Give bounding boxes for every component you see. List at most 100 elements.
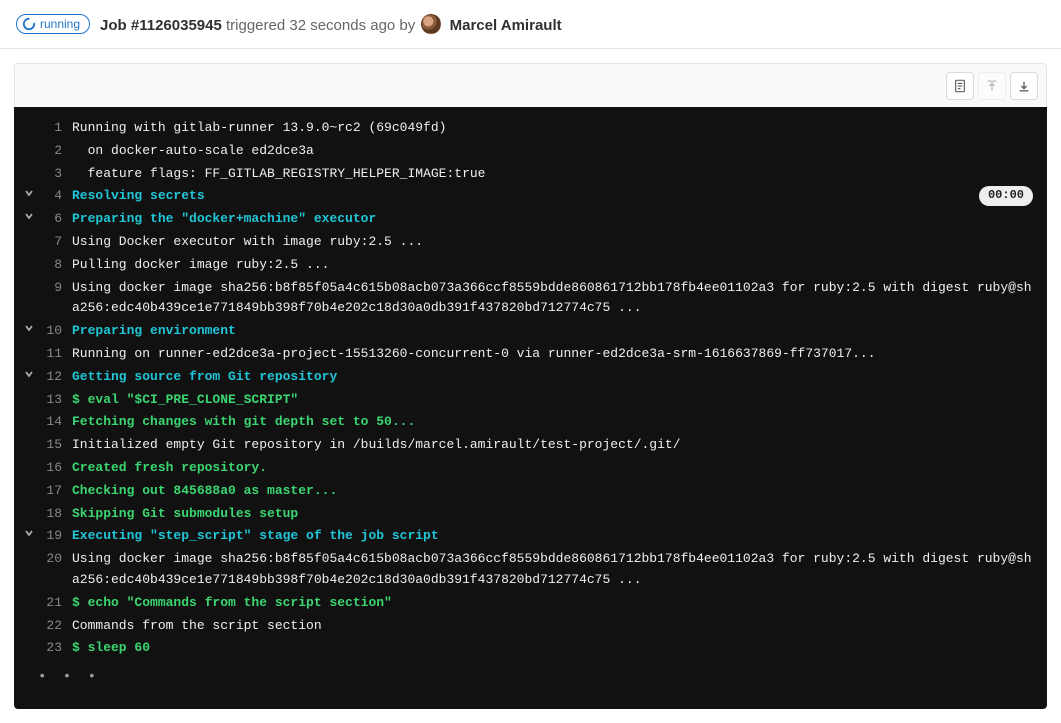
line-text: on docker-auto-scale ed2dce3a: [72, 141, 1033, 162]
log-section-header[interactable]: 10Preparing environment: [14, 320, 1047, 343]
line-number[interactable]: 21: [38, 593, 72, 614]
line-number[interactable]: 2: [38, 141, 72, 162]
line-number[interactable]: 20: [38, 549, 72, 570]
running-spinner-icon: [22, 17, 36, 31]
log-line: 23$ sleep 60: [14, 637, 1047, 660]
line-text: Running on runner-ed2dce3a-project-15513…: [72, 344, 1033, 365]
line-text: Executing "step_script" stage of the job…: [72, 526, 1033, 547]
line-text: Getting source from Git repository: [72, 367, 1033, 388]
line-number[interactable]: 18: [38, 504, 72, 525]
line-text: Running with gitlab-runner 13.9.0~rc2 (6…: [72, 118, 1033, 139]
line-text: Pulling docker image ruby:2.5 ...: [72, 255, 1033, 276]
collapse-chevron-icon: [20, 118, 38, 120]
collapse-chevron-icon: [20, 549, 38, 551]
status-badge-running[interactable]: running: [16, 14, 90, 34]
line-number[interactable]: 13: [38, 390, 72, 411]
line-text: Created fresh repository.: [72, 458, 1033, 479]
line-number[interactable]: 15: [38, 435, 72, 456]
line-number[interactable]: 7: [38, 232, 72, 253]
collapse-chevron-icon: [20, 435, 38, 437]
line-number[interactable]: 17: [38, 481, 72, 502]
line-text: Skipping Git submodules setup: [72, 504, 1033, 525]
collapse-chevron-icon[interactable]: [20, 186, 38, 198]
line-text: Resolving secrets: [72, 186, 971, 207]
line-text: Using Docker executor with image ruby:2.…: [72, 232, 1033, 253]
line-number[interactable]: 16: [38, 458, 72, 479]
job-trigger-text: triggered 32 seconds ago by: [222, 17, 420, 34]
log-line: 3 feature flags: FF_GITLAB_REGISTRY_HELP…: [14, 163, 1047, 186]
line-number[interactable]: 8: [38, 255, 72, 276]
collapse-chevron-icon[interactable]: [20, 526, 38, 538]
job-prefix: Job: [100, 17, 131, 34]
collapse-chevron-icon: [20, 390, 38, 392]
line-number[interactable]: 19: [38, 526, 72, 547]
log-line: 9Using docker image sha256:b8f85f05a4c61…: [14, 277, 1047, 321]
line-text: Using docker image sha256:b8f85f05a4c615…: [72, 278, 1033, 320]
scroll-top-button[interactable]: [978, 72, 1006, 100]
log-section-header[interactable]: 4Resolving secrets00:00: [14, 185, 1047, 208]
collapse-chevron-icon: [20, 504, 38, 506]
arrow-up-bar-icon: [985, 79, 999, 93]
line-number[interactable]: 22: [38, 616, 72, 637]
status-badge-label: running: [40, 17, 80, 31]
log-line: 17Checking out 845688a0 as master...: [14, 480, 1047, 503]
job-id: #1126035945: [131, 17, 222, 34]
line-text: $ sleep 60: [72, 638, 1033, 659]
log-line: 2 on docker-auto-scale ed2dce3a: [14, 140, 1047, 163]
log-section-header[interactable]: 19Executing "step_script" stage of the j…: [14, 525, 1047, 548]
collapse-chevron-icon[interactable]: [20, 367, 38, 379]
author-name[interactable]: Marcel Amirault: [450, 17, 562, 34]
line-text: feature flags: FF_GITLAB_REGISTRY_HELPER…: [72, 164, 1033, 185]
collapse-chevron-icon: [20, 412, 38, 414]
job-header: running Job #1126035945 triggered 32 sec…: [0, 0, 1061, 49]
log-line: 1Running with gitlab-runner 13.9.0~rc2 (…: [14, 117, 1047, 140]
collapse-chevron-icon: [20, 141, 38, 143]
line-number[interactable]: 11: [38, 344, 72, 365]
log-console[interactable]: 1Running with gitlab-runner 13.9.0~rc2 (…: [14, 107, 1047, 709]
arrow-down-bar-icon: [1017, 79, 1031, 93]
collapse-chevron-icon[interactable]: [20, 209, 38, 221]
log-line: 14Fetching changes with git depth set to…: [14, 411, 1047, 434]
line-number[interactable]: 9: [38, 278, 72, 299]
log-line: 13$ eval "$CI_PRE_CLONE_SCRIPT": [14, 389, 1047, 412]
collapse-chevron-icon: [20, 278, 38, 280]
collapse-chevron-icon: [20, 593, 38, 595]
line-number[interactable]: 1: [38, 118, 72, 139]
collapse-chevron-icon[interactable]: [20, 321, 38, 333]
line-text: Using docker image sha256:b8f85f05a4c615…: [72, 549, 1033, 591]
line-number[interactable]: 14: [38, 412, 72, 433]
log-section-header[interactable]: 6Preparing the "docker+machine" executor: [14, 208, 1047, 231]
line-number[interactable]: 23: [38, 638, 72, 659]
line-number[interactable]: 12: [38, 367, 72, 388]
collapse-chevron-icon: [20, 616, 38, 618]
log-line: 11Running on runner-ed2dce3a-project-155…: [14, 343, 1047, 366]
line-text: Fetching changes with git depth set to 5…: [72, 412, 1033, 433]
log-line: 15Initialized empty Git repository in /b…: [14, 434, 1047, 457]
collapse-chevron-icon: [20, 255, 38, 257]
log-line: 7Using Docker executor with image ruby:2…: [14, 231, 1047, 254]
log-toolbar: [14, 63, 1047, 107]
line-text: Checking out 845688a0 as master...: [72, 481, 1033, 502]
document-icon: [953, 79, 967, 93]
collapse-chevron-icon: [20, 458, 38, 460]
log-section-header[interactable]: 12Getting source from Git repository: [14, 366, 1047, 389]
show-raw-button[interactable]: [946, 72, 974, 100]
line-text: Preparing environment: [72, 321, 1033, 342]
collapse-chevron-icon: [20, 164, 38, 166]
line-number[interactable]: 3: [38, 164, 72, 185]
collapse-chevron-icon: [20, 232, 38, 234]
log-line: 16Created fresh repository.: [14, 457, 1047, 480]
line-number[interactable]: 4: [38, 186, 72, 207]
author-avatar[interactable]: [421, 14, 441, 34]
line-text: $ echo "Commands from the script section…: [72, 593, 1033, 614]
line-number[interactable]: 10: [38, 321, 72, 342]
line-text: Initialized empty Git repository in /bui…: [72, 435, 1033, 456]
log-area: 1Running with gitlab-runner 13.9.0~rc2 (…: [14, 63, 1047, 709]
log-line: 18Skipping Git submodules setup: [14, 503, 1047, 526]
log-line: 21$ echo "Commands from the script secti…: [14, 592, 1047, 615]
scroll-bottom-button[interactable]: [1010, 72, 1038, 100]
line-text: $ eval "$CI_PRE_CLONE_SCRIPT": [72, 390, 1033, 411]
log-line: 20Using docker image sha256:b8f85f05a4c6…: [14, 548, 1047, 592]
line-number[interactable]: 6: [38, 209, 72, 230]
job-title: Job #1126035945 triggered 32 seconds ago…: [100, 14, 562, 34]
